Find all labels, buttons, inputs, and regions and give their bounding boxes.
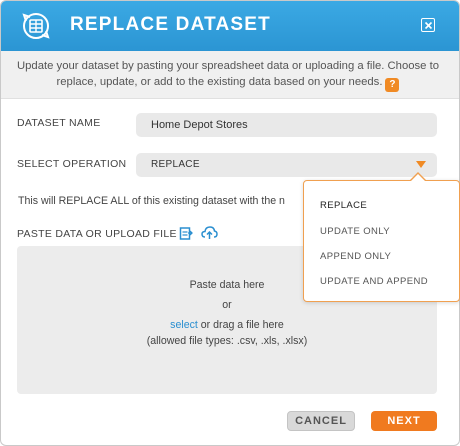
close-button[interactable] [421, 18, 435, 32]
dialog-title: REPLACE DATASET [70, 14, 271, 35]
operation-dropdown-menu: REPLACE UPDATE ONLY APPEND ONLY UPDATE A… [303, 172, 460, 302]
dataset-name-label: DATASET NAME [17, 117, 101, 129]
dropdown-option-update-only[interactable]: UPDATE ONLY [320, 226, 390, 237]
dataset-name-input[interactable]: Home Depot Stores [136, 113, 437, 137]
operation-select[interactable]: REPLACE [136, 153, 437, 177]
cloud-upload-icon[interactable] [201, 225, 218, 240]
operation-info-text: This will REPLACE ALL of this existing d… [18, 195, 285, 207]
dropdown-option-append-only[interactable]: APPEND ONLY [320, 251, 391, 262]
cancel-button[interactable]: CANCEL [287, 411, 355, 431]
paste-icon[interactable] [179, 226, 193, 240]
dropdown-option-update-and-append[interactable]: UPDATE AND APPEND [320, 276, 428, 287]
close-icon [424, 21, 432, 29]
chevron-down-icon[interactable] [416, 161, 426, 168]
select-operation-label: SELECT OPERATION [17, 158, 127, 170]
dropdown-option-replace[interactable]: REPLACE [320, 200, 367, 211]
dialog-header: REPLACE DATASET [1, 1, 459, 51]
paste-upload-label: PASTE DATA OR UPLOAD FILE [17, 228, 177, 240]
allowed-file-types-text: (allowed file types: .csv, .xls, .xlsx) [146, 335, 308, 347]
next-button[interactable]: NEXT [371, 411, 437, 431]
dataset-refresh-icon [22, 13, 50, 39]
intro-text: Update your dataset by pasting your spre… [16, 60, 440, 88]
drag-file-text: or drag a file here [197, 319, 284, 331]
help-icon[interactable]: ? [385, 78, 400, 92]
intro-banner: Update your dataset by pasting your spre… [1, 51, 459, 99]
select-file-link[interactable]: select [170, 319, 198, 331]
